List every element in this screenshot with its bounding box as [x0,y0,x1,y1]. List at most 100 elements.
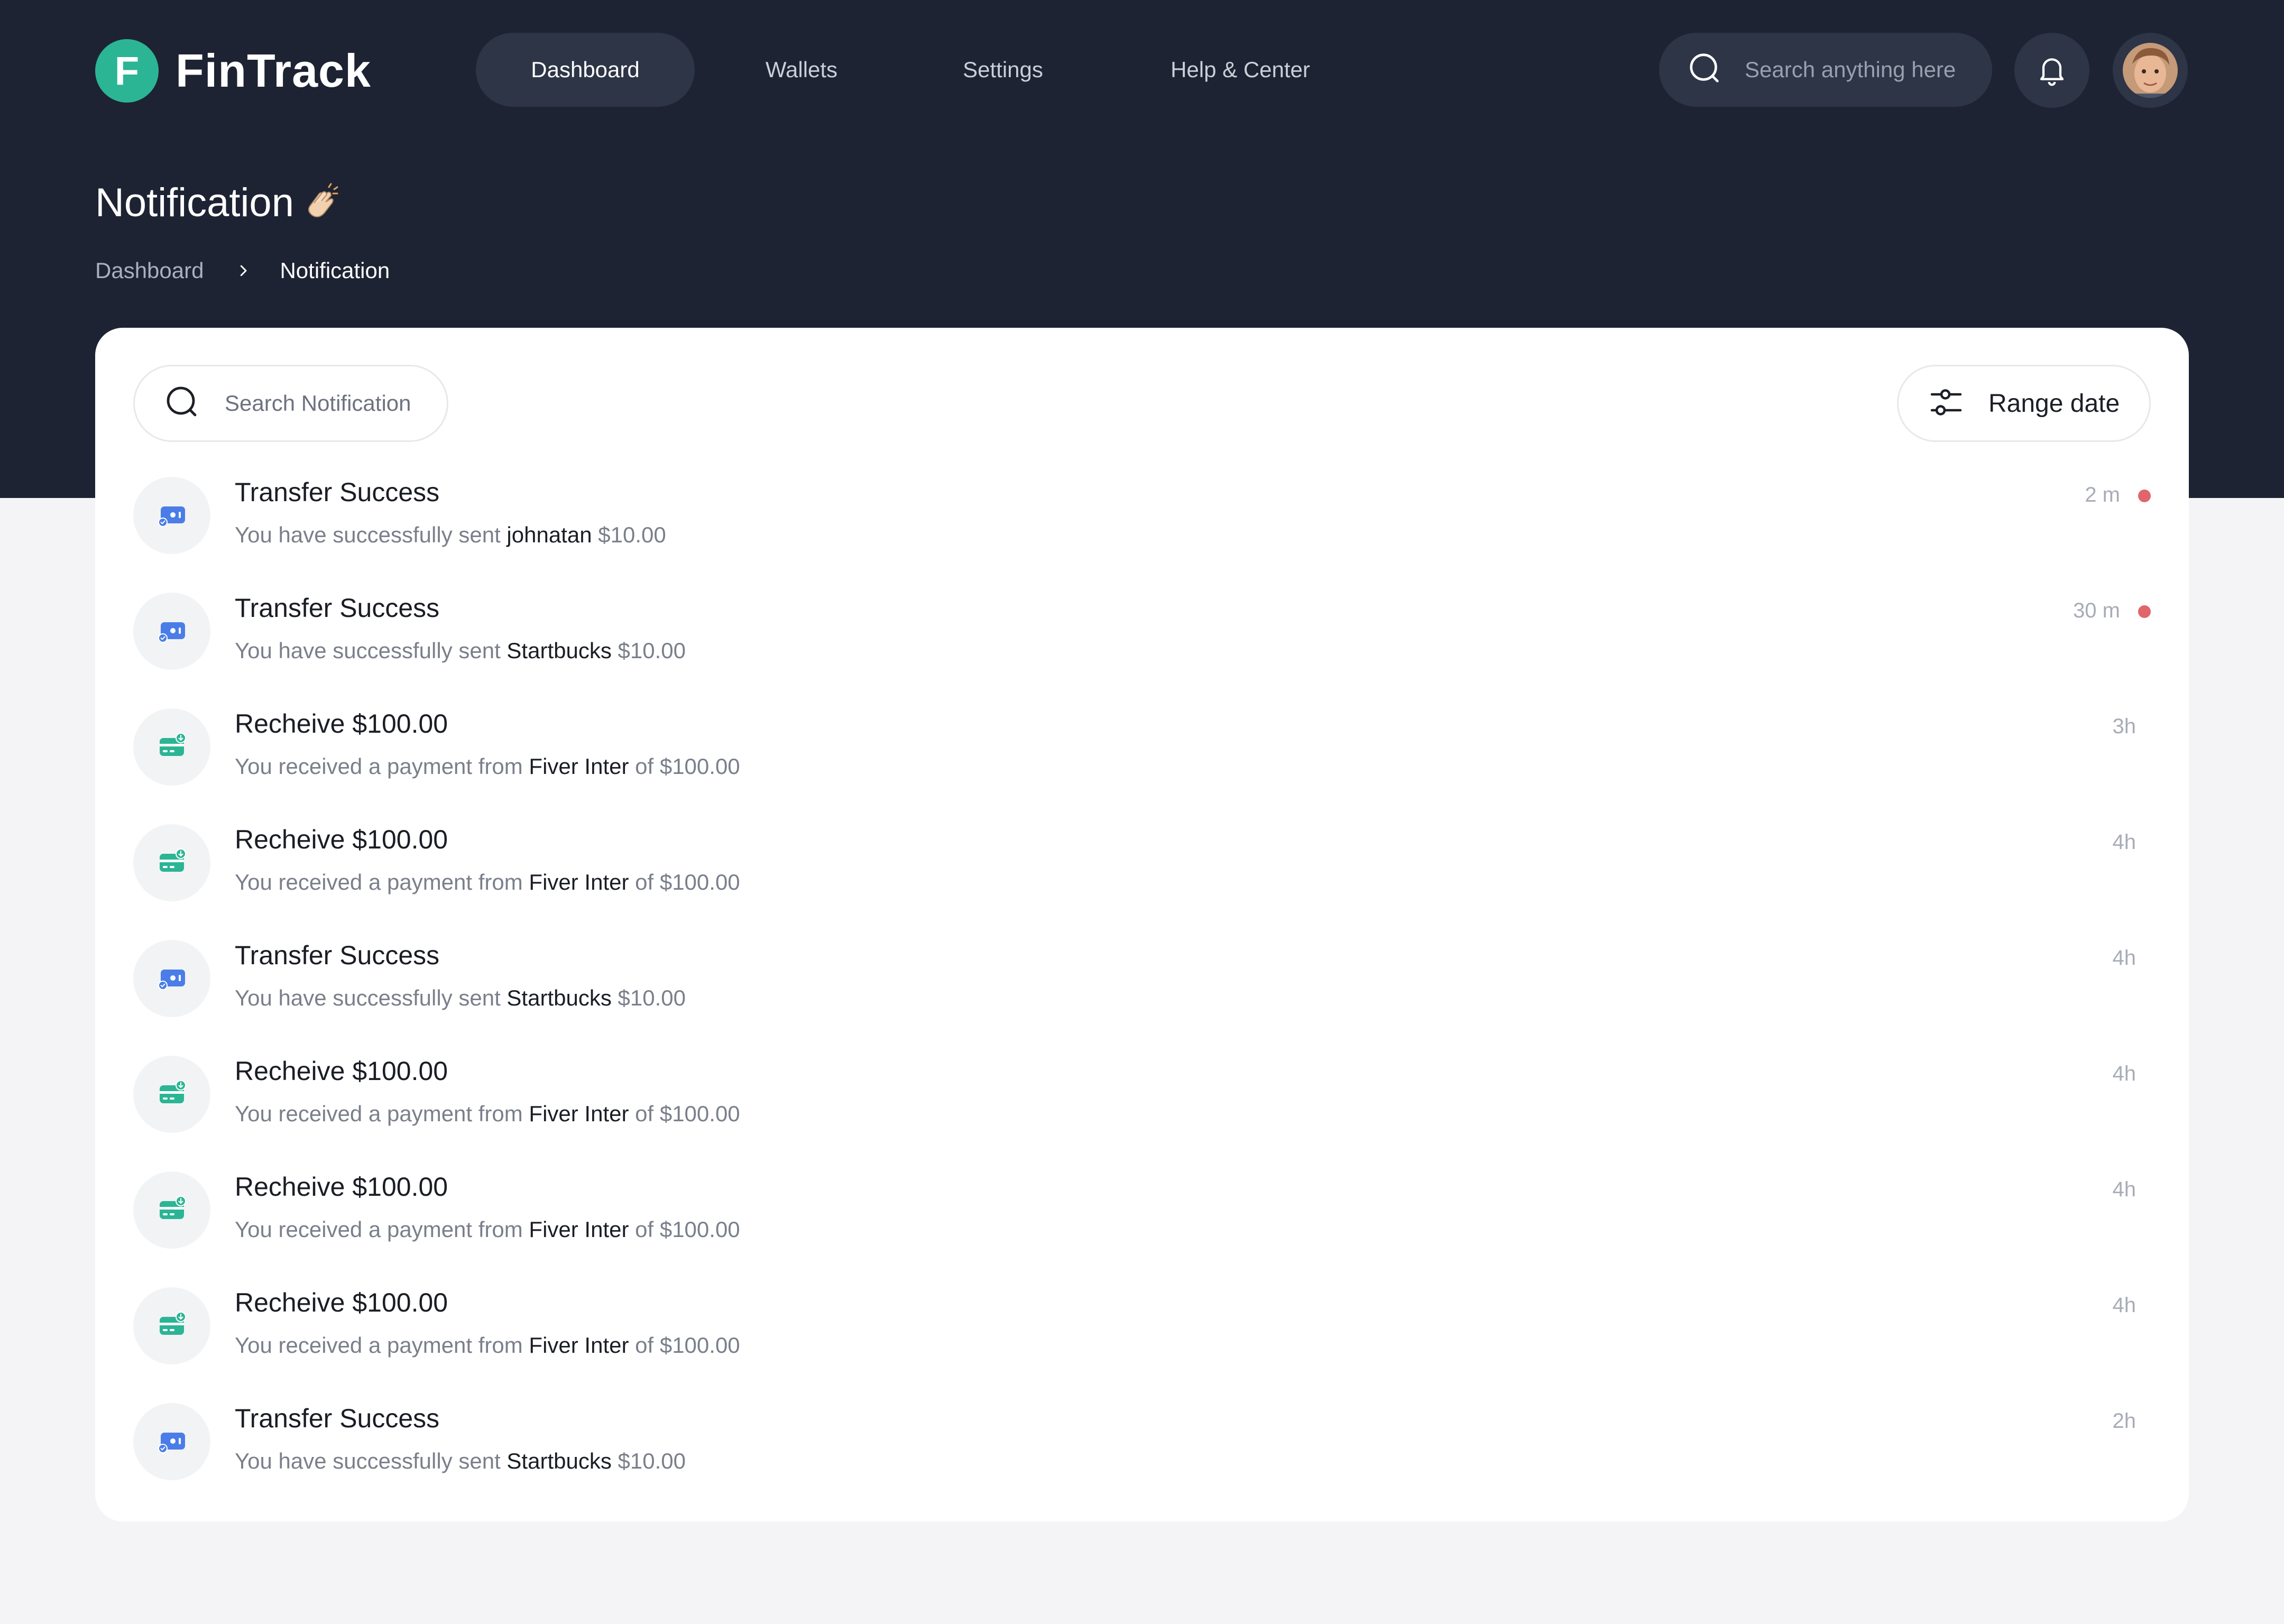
notification-row[interactable]: Transfer Success You have successfully se… [133,1403,2151,1519]
notification-time: 4h [2112,1294,2136,1317]
breadcrumb: Dashboard Notification [95,258,390,283]
nav-dashboard-label: Dashboard [531,57,640,82]
notification-desc-amount: $10.00 [618,1448,686,1473]
notification-time: 4h [2112,1062,2136,1085]
search-icon [1687,50,1724,90]
notification-button[interactable] [2014,33,2089,108]
page-title: Notification [95,180,342,226]
notification-title: Transfer Success [235,1404,440,1433]
notification-desc-party: Fiver Inter [529,1101,629,1126]
notification-desc-amount: $10.00 [618,638,686,663]
unread-dot [2138,490,2151,502]
transfer-wallet-icon [133,940,210,1017]
notification-desc-amount: of $100.00 [635,1217,740,1242]
notification-desc-text: You received a payment from [235,754,523,779]
notification-title: Recheive $100.00 [235,825,448,854]
notification-description: You received a payment from Fiver Inter … [235,1101,740,1127]
receive-card-icon [133,1171,210,1249]
notification-search-input[interactable]: Search Notification [133,365,448,442]
transfer-wallet-icon [133,593,210,670]
transfer-wallet-icon [133,1403,210,1480]
notification-desc-party: Fiver Inter [529,1217,629,1242]
range-date-button[interactable]: Range date [1897,365,2151,442]
notification-time: 3h [2112,715,2136,738]
nav-help-center-label: Help & Center [1171,57,1310,82]
notification-desc-party: Startbucks [506,638,612,663]
filter-sliders-icon [1927,383,1965,424]
notification-time: 4h [2112,831,2136,854]
notification-desc-party: johnatan [506,522,592,547]
unread-dot [2138,605,2151,618]
page-title-text: Notification [95,180,294,225]
notification-title: Recheive $100.00 [235,1172,448,1202]
notification-list: Transfer Success You have successfully se… [133,477,2151,1519]
receive-card-icon [133,1287,210,1364]
notification-desc-text: You received a payment from [235,1217,523,1242]
notification-desc-amount: $10.00 [618,985,686,1010]
notification-desc-text: You have successfully sent [235,985,501,1010]
range-date-label: Range date [1988,389,2120,418]
receive-card-icon [133,824,210,901]
notification-row[interactable]: Recheive $100.00 You received a payment f… [133,1171,2151,1287]
clapping-hands-icon [301,183,342,223]
notification-desc-party: Startbucks [506,1448,612,1473]
notification-time: 2h [2112,1409,2136,1433]
breadcrumb-home[interactable]: Dashboard [95,258,204,283]
logo[interactable]: F FinTrack [95,39,371,103]
notification-time: 2 m [2085,483,2120,506]
notification-row[interactable]: Recheive $100.00 You received a payment f… [133,1056,2151,1171]
notification-desc-text: You have successfully sent [235,522,501,547]
notification-description: You have successfully sent johnatan $10.… [235,522,666,548]
nav-wallets-label: Wallets [765,57,838,82]
logo-mark: F [95,39,159,103]
notification-desc-amount: of $100.00 [635,1333,740,1358]
notification-row[interactable]: Transfer Success You have successfully se… [133,593,2151,708]
notification-desc-text: You have successfully sent [235,1448,501,1473]
nav-settings[interactable]: Settings [908,33,1098,107]
notification-row[interactable]: Recheive $100.00 You received a payment f… [133,1287,2151,1403]
breadcrumb-current: Notification [280,258,390,283]
notification-title: Recheive $100.00 [235,709,448,739]
avatar [2123,43,2178,98]
transfer-wallet-icon [133,477,210,554]
notification-title: Recheive $100.00 [235,1056,448,1086]
notification-description: You received a payment from Fiver Inter … [235,754,740,779]
nav-wallets[interactable]: Wallets [695,33,908,107]
receive-card-icon [133,1056,210,1133]
notification-search-placeholder: Search Notification [225,391,411,416]
notification-desc-text: You received a payment from [235,1101,523,1126]
logo-text: FinTrack [176,44,371,97]
notification-desc-party: Fiver Inter [529,1333,629,1358]
notification-title: Transfer Success [235,593,440,623]
notification-row[interactable]: Recheive $100.00 You received a payment f… [133,824,2151,940]
global-search-placeholder: Search anything here [1745,57,1956,82]
notification-row[interactable]: Transfer Success You have successfully se… [133,940,2151,1056]
notification-time: 30 m [2073,599,2120,622]
notification-card: Search Notification Range date Transfer … [95,328,2189,1521]
notification-desc-amount: of $100.00 [635,754,740,779]
notification-desc-party: Fiver Inter [529,870,629,894]
notification-desc-text: You have successfully sent [235,638,501,663]
nav-settings-label: Settings [963,57,1043,82]
notification-desc-party: Startbucks [506,985,612,1010]
main-nav: Dashboard Wallets Settings Help & Center [476,33,1383,107]
chevron-right-icon [235,263,251,279]
notification-row[interactable]: Transfer Success You have successfully se… [133,477,2151,593]
global-search-input[interactable]: Search anything here [1659,33,1992,107]
nav-help-center[interactable]: Help & Center [1098,33,1383,107]
notification-description: You received a payment from Fiver Inter … [235,1333,740,1358]
notification-description: You received a payment from Fiver Inter … [235,1217,740,1242]
notification-desc-text: You received a payment from [235,870,523,894]
notification-description: You have successfully sent Startbucks $1… [235,985,686,1011]
notification-row[interactable]: Recheive $100.00 You received a payment f… [133,708,2151,824]
notification-title: Transfer Success [235,477,440,507]
notification-desc-amount: $10.00 [598,522,666,547]
nav-dashboard[interactable]: Dashboard [476,33,695,107]
notification-description: You have successfully sent Startbucks $1… [235,1448,686,1474]
notification-title: Transfer Success [235,940,440,970]
notification-description: You have successfully sent Startbucks $1… [235,638,686,663]
profile-button[interactable] [2113,33,2188,108]
notification-time: 4h [2112,1178,2136,1201]
notification-desc-text: You received a payment from [235,1333,523,1358]
notification-title: Recheive $100.00 [235,1288,448,1317]
